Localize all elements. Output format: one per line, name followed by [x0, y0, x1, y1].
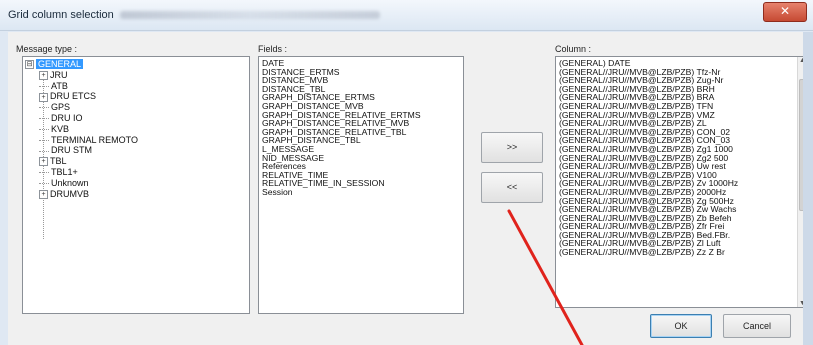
tree-node[interactable]: KVB [25, 124, 249, 135]
tree-connector [39, 182, 49, 184]
tree-node-label: TBL [50, 156, 67, 167]
tree-node[interactable]: TBL1+ [25, 167, 249, 178]
tree-node[interactable]: ATB [25, 81, 249, 92]
fields-label: Fields : [258, 44, 288, 54]
column-item[interactable]: (GENERAL//JRU//MVB@LZB/PZB) Zz Z Br [559, 248, 796, 257]
window-frame-right [803, 32, 813, 345]
tree-node-label: ATB [51, 80, 68, 91]
tree-node[interactable]: GPS [25, 102, 249, 113]
column-label: Column : [555, 44, 592, 54]
tree-connector [39, 85, 49, 87]
tree-node-label: DRU ETCS [50, 91, 97, 102]
tree-node-label: DRU IO [51, 112, 83, 123]
tree-node[interactable]: DRU IO [25, 113, 249, 124]
tree-connector [39, 172, 49, 174]
tree-node-label: TERMINAL REMOTO [51, 134, 139, 145]
tree-connector [39, 107, 49, 109]
expand-icon[interactable]: + [39, 70, 48, 80]
tree-node-label: DRUMVB [50, 188, 90, 199]
field-item[interactable]: Session [262, 188, 463, 197]
close-button[interactable]: ✕ [763, 2, 807, 22]
tree-node[interactable]: + TBL [25, 156, 249, 167]
tree-node-general[interactable]: ⊟ GENERAL [25, 59, 249, 70]
tree-connector [39, 118, 49, 120]
tree-node[interactable]: TERMINAL REMOTO [25, 135, 249, 146]
tree-node-label: DRU STM [51, 145, 92, 156]
expand-icon[interactable]: + [39, 92, 48, 102]
tree-node[interactable]: DRU STM [25, 145, 249, 156]
message-type-tree[interactable]: ⊟ GENERAL + JRU ATB + DRU ETCS GPS DRU IO KVB TER… [22, 56, 250, 314]
expand-icon[interactable]: + [39, 157, 48, 167]
remove-column-button[interactable]: << [481, 172, 543, 203]
tree-node[interactable]: + DRU ETCS [25, 91, 249, 102]
fields-list[interactable]: DATE DISTANCE_ERTMS DISTANCE_MVB DISTANCE_T… [258, 56, 464, 314]
tree-node-label: GENERAL [36, 59, 84, 69]
tree-node-label: GPS [51, 102, 71, 113]
tree-node[interactable]: + JRU [25, 70, 249, 81]
tree-connector [39, 139, 49, 141]
tree-connector [39, 128, 49, 130]
message-type-label: Message type : [16, 44, 78, 54]
blurred-title-info [120, 11, 380, 19]
tree-node-label: TBL1+ [51, 166, 78, 177]
tree-connector [39, 150, 49, 152]
tree-node[interactable]: Unknown [25, 178, 249, 189]
window-title: Grid column selection [8, 9, 114, 21]
title-bar: Grid column selection ✕ [0, 0, 813, 31]
expand-icon[interactable]: + [39, 189, 48, 199]
tree-node-label: KVB [51, 123, 70, 134]
ok-button[interactable]: OK [650, 314, 712, 338]
tree-node-label: JRU [50, 69, 68, 80]
tree-node[interactable]: + DRUMVB [25, 189, 249, 200]
add-column-button[interactable]: >> [481, 132, 543, 163]
collapse-icon[interactable]: ⊟ [25, 60, 34, 70]
columns-list[interactable]: (GENERAL) DATE (GENERAL//JRU//MVB@LZB/PZB… [555, 56, 809, 308]
dialog-content: Message type : Fields : Column : ⊟ GENERA… [8, 32, 813, 345]
cancel-button[interactable]: Cancel [723, 314, 791, 338]
tree-node-label: Unknown [51, 177, 89, 188]
